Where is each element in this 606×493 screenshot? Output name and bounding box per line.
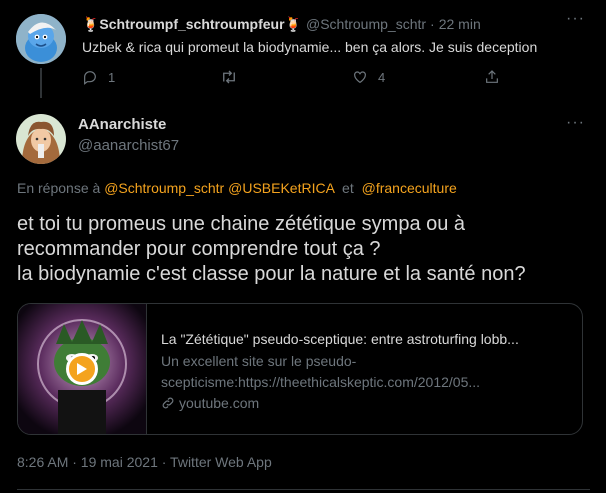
reply-action-share[interactable] xyxy=(484,69,500,85)
link-card[interactable]: La "Zététique" pseudo-sceptique: entre a… xyxy=(17,303,583,435)
main-text-line3: la biodynamie c'est classe pour la natur… xyxy=(17,263,526,285)
mention-usbeketrica[interactable]: @USBEKetRICA xyxy=(228,180,334,196)
link-icon xyxy=(162,397,174,409)
reply-avatar[interactable] xyxy=(16,14,66,64)
reply-action-reply[interactable]: 1 xyxy=(82,69,115,85)
retweet-icon xyxy=(223,70,235,84)
main-avatar[interactable] xyxy=(16,114,66,164)
main-display-name[interactable]: AAnarchiste xyxy=(78,116,166,133)
card-thumb-divider xyxy=(146,304,147,434)
reply-more-icon[interactable]: ··· xyxy=(566,10,585,28)
reply-time[interactable]: 22 min xyxy=(439,16,481,32)
reply-action-retweet[interactable] xyxy=(220,69,248,85)
card-desc-line2: scepticisme:https://theethicalskeptic.co… xyxy=(161,374,481,390)
main-timestamp[interactable]: 8:26 AM · 19 mai 2021 · Twitter Web App xyxy=(17,454,272,470)
mention-schtroump[interactable]: @Schtroump_schtr xyxy=(104,180,224,196)
reply-text: Uzbek & rica qui promeut la biodynamie..… xyxy=(82,39,538,55)
card-domain: youtube.com xyxy=(161,395,259,411)
main-tweet-text: et toi tu promeus une chaine zététique s… xyxy=(17,212,526,287)
reply-display-name[interactable]: 🍹Schtroumpf_schtroumpfeur🍹 xyxy=(82,16,302,33)
reply-header: 🍹Schtroumpf_schtroumpfeur🍹 @Schtroump_sc… xyxy=(82,14,562,34)
reply-separator: · xyxy=(430,16,435,32)
card-title: La "Zététique" pseudo-sceptique: entre a… xyxy=(161,331,519,347)
card-thumbnail xyxy=(18,304,146,434)
reply-to-and: et xyxy=(342,180,354,196)
card-desc-line1: Un excellent site sur le pseudo- xyxy=(161,353,357,369)
reply-to-line: En réponse à @Schtroump_schtr @USBEKetRI… xyxy=(17,180,457,196)
thread-line xyxy=(40,68,42,98)
reply-to-prefix: En réponse à xyxy=(17,180,101,196)
main-text-line2: recommander pour comprendre tout ça ? xyxy=(17,238,381,260)
play-button-icon[interactable] xyxy=(66,353,98,385)
share-icon xyxy=(486,70,498,83)
mention-franceculture[interactable]: @franceculture xyxy=(362,180,457,196)
bottom-divider xyxy=(17,489,590,490)
heart-icon xyxy=(354,71,366,84)
main-more-icon[interactable]: ··· xyxy=(566,114,585,132)
reply-handle[interactable]: @Schtroump_schtr xyxy=(306,16,426,32)
main-text-line1: et toi tu promeus une chaine zététique s… xyxy=(17,213,466,235)
comment-icon xyxy=(84,71,96,85)
main-handle[interactable]: @aanarchist67 xyxy=(78,137,179,154)
card-domain-text: youtube.com xyxy=(179,395,260,411)
reply-count: 1 xyxy=(108,69,116,85)
reply-action-like[interactable]: 4 xyxy=(352,69,385,85)
like-count: 4 xyxy=(378,69,386,85)
